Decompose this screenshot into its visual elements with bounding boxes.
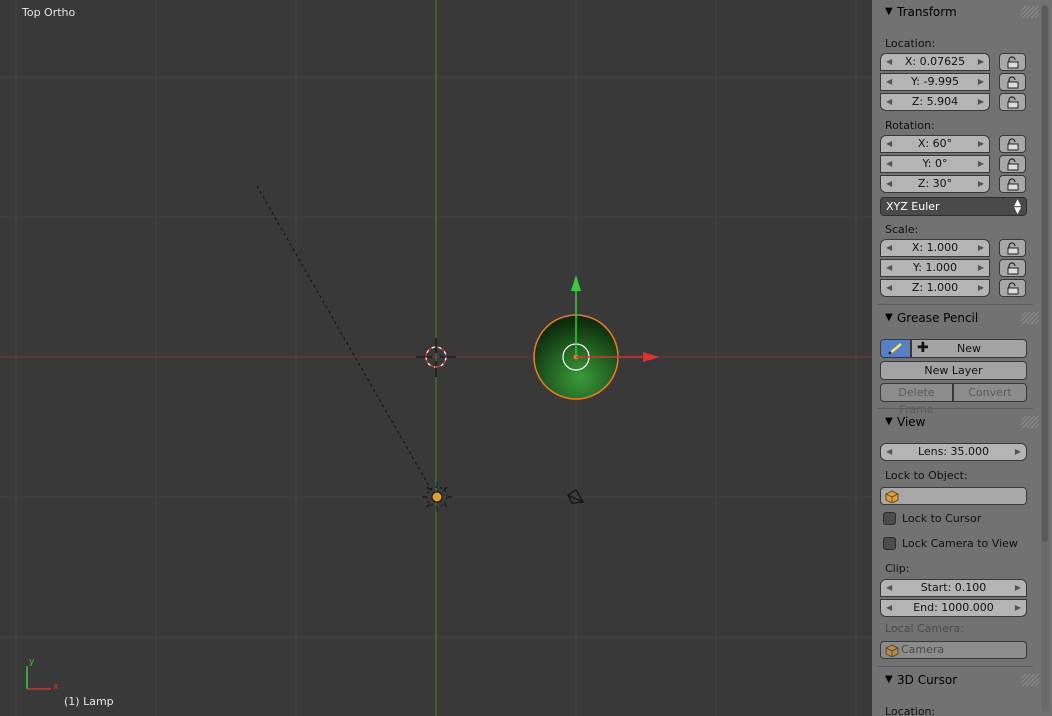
pencil-icon xyxy=(888,343,902,355)
panel-title: View xyxy=(897,415,926,429)
padlock-icon xyxy=(1007,56,1019,69)
location-z-lock-button[interactable] xyxy=(999,93,1026,111)
grease-pencil-panel-header[interactable]: ▼ Grease Pencil xyxy=(877,309,1041,329)
new-grease-pencil-button[interactable]: ✚ New xyxy=(911,339,1027,358)
lamp-direction-line xyxy=(256,185,434,494)
padlock-icon xyxy=(1007,96,1019,109)
location-z-field[interactable]: ◀ Z: 5.904 ▶ xyxy=(880,93,990,111)
panel-divider xyxy=(877,304,1033,305)
grip-icon[interactable] xyxy=(1021,674,1039,686)
location-label: Location: xyxy=(885,37,936,50)
grip-icon[interactable] xyxy=(1021,416,1039,428)
scale-z-lock-button[interactable] xyxy=(999,279,1026,297)
active-object-label: (1) Lamp xyxy=(64,695,114,708)
scale-y-field[interactable]: ◀ Y: 1.000 ▶ xyxy=(880,259,990,277)
lock-to-cursor-label: Lock to Cursor xyxy=(902,512,982,525)
lock-camera-to-view-checkbox[interactable] xyxy=(883,537,896,550)
scale-label: Scale: xyxy=(885,223,919,236)
gizmo-y-label: y xyxy=(29,657,35,667)
scale-y-lock-button[interactable] xyxy=(999,259,1026,277)
rotation-x-field[interactable]: ◀ X: 60° ▶ xyxy=(880,135,990,153)
grease-pencil-draw-button[interactable] xyxy=(880,339,911,358)
rotation-mode-select[interactable]: XYZ Euler ▲ ▼ xyxy=(880,197,1027,216)
lock-to-cursor-checkbox[interactable] xyxy=(883,512,896,525)
axis-gizmo: y x xyxy=(26,657,59,692)
panel-title: Transform xyxy=(897,5,957,19)
lens-field[interactable]: ◀ Lens: 35.000 ▶ xyxy=(880,443,1027,461)
lock-camera-to-view-label: Lock Camera to View xyxy=(902,537,1018,550)
grip-icon[interactable] xyxy=(1021,6,1039,18)
location-x-field[interactable]: ◀ X: 0.07625 ▶ xyxy=(880,53,990,71)
cube-icon xyxy=(885,644,899,657)
up-down-arrows-icon: ▲ ▼ xyxy=(1014,198,1021,216)
cube-icon xyxy=(885,490,899,503)
3d-viewport[interactable]: y x Top Ortho (1) Lamp xyxy=(0,0,872,716)
local-camera-label: Local Camera: xyxy=(885,622,964,635)
padlock-icon xyxy=(1007,76,1019,89)
convert-button[interactable]: Convert xyxy=(953,383,1027,402)
padlock-icon xyxy=(1007,158,1019,171)
clip-label: Clip: xyxy=(885,562,910,575)
scale-x-field[interactable]: ◀ X: 1.000 ▶ xyxy=(880,239,990,257)
rotation-z-field[interactable]: ◀ Z: 30° ▶ xyxy=(880,175,990,193)
viewport-canvas[interactable]: y x xyxy=(0,0,872,716)
rotation-x-lock-button[interactable] xyxy=(999,135,1026,153)
location-y-lock-button[interactable] xyxy=(999,73,1026,91)
padlock-icon xyxy=(1007,282,1019,295)
delete-frame-button[interactable]: Delete Frame xyxy=(880,383,953,416)
y-arrow-icon xyxy=(571,275,581,291)
cursor-location-label: Location: xyxy=(885,705,936,716)
clip-start-field[interactable]: ◀ Start: 0.100 ▶ xyxy=(880,579,1027,597)
new-layer-button[interactable]: New Layer xyxy=(880,361,1027,380)
triangle-down-icon: ▼ xyxy=(885,312,893,323)
x-arrow-icon xyxy=(643,352,660,362)
panel-divider xyxy=(877,666,1033,667)
view-panel-header[interactable]: ▼ View xyxy=(877,413,1041,433)
location-y-field[interactable]: ◀ Y: -9.995 ▶ xyxy=(880,73,990,91)
scale-x-lock-button[interactable] xyxy=(999,239,1026,257)
grip-icon[interactable] xyxy=(1021,312,1039,324)
panel-title: 3D Cursor xyxy=(897,673,958,687)
scale-z-field[interactable]: ◀ Z: 1.000 ▶ xyxy=(880,279,990,297)
scrollbar-thumb[interactable] xyxy=(1042,6,1048,542)
rotation-z-lock-button[interactable] xyxy=(999,175,1026,193)
padlock-icon xyxy=(1007,178,1019,191)
gizmo-x-label: x xyxy=(53,682,59,692)
rotation-y-field[interactable]: ◀ Y: 0° ▶ xyxy=(880,155,990,173)
triangle-down-icon: ▼ xyxy=(885,416,893,427)
rotation-label: Rotation: xyxy=(885,119,935,132)
padlock-icon xyxy=(1007,242,1019,255)
padlock-icon xyxy=(1007,138,1019,151)
lock-to-object-label: Lock to Object: xyxy=(885,469,968,482)
rotation-y-lock-button[interactable] xyxy=(999,155,1026,173)
panel-title: Grease Pencil xyxy=(897,311,979,325)
triangle-down-icon: ▼ xyxy=(885,6,893,17)
3d-cursor-panel-header[interactable]: ▼ 3D Cursor xyxy=(877,671,1041,691)
location-x-lock-button[interactable] xyxy=(999,53,1026,71)
triangle-down-icon: ▼ xyxy=(885,674,893,685)
clip-end-field[interactable]: ◀ End: 1000.000 ▶ xyxy=(880,599,1027,617)
transform-panel-header[interactable]: ▼ Transform xyxy=(877,3,1041,23)
lock-object-field[interactable] xyxy=(880,487,1027,505)
plus-icon: ✚ xyxy=(917,340,929,356)
local-camera-field[interactable]: Camera xyxy=(880,641,1027,659)
view-label: Top Ortho xyxy=(22,6,76,19)
properties-panel: ▼ Transform Location: ◀ X: 0.07625 ▶ ◀ Y: -… xyxy=(872,0,1052,716)
panel-divider xyxy=(877,408,1033,409)
padlock-icon xyxy=(1007,262,1019,275)
